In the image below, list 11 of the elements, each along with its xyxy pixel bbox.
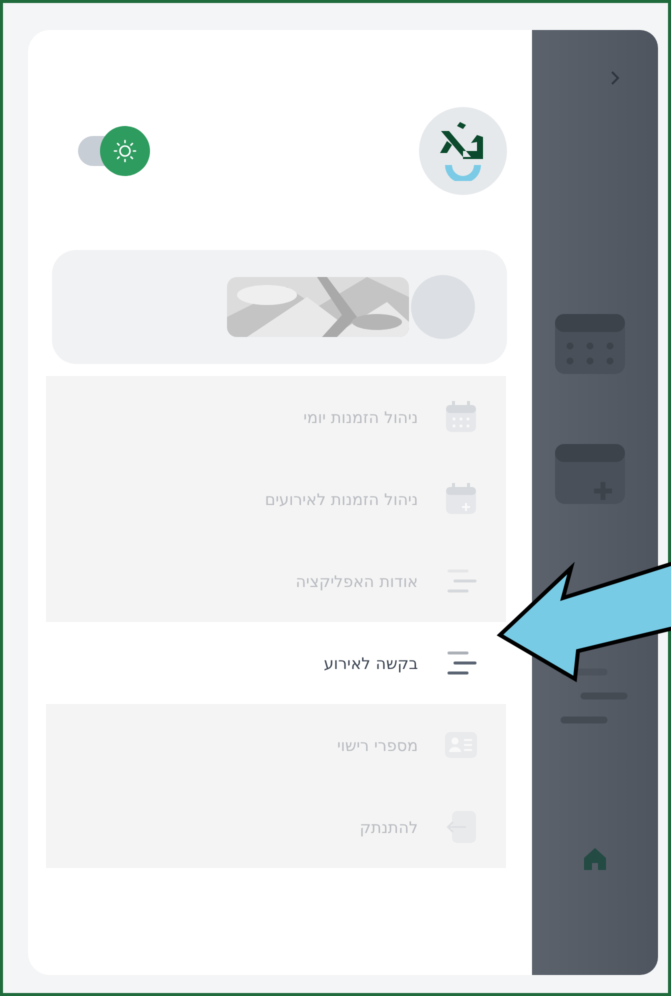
menu-item[interactable]: אודות האפליקציה (46, 540, 506, 622)
menu-item[interactable]: ניהול הזמנות לאירועים (46, 458, 506, 540)
theme-toggle[interactable] (78, 126, 150, 176)
menu-item[interactable]: להתנתק (46, 786, 506, 868)
lines-icon (560, 666, 630, 726)
menu-item[interactable]: מספרי רישוי (46, 704, 506, 786)
menu-item[interactable]: ניהול הזמנות יומי (46, 376, 506, 458)
calendar-plus-icon (444, 482, 478, 516)
home-icon[interactable] (582, 846, 608, 872)
calendar-icon (444, 400, 478, 434)
sun-icon (113, 139, 137, 163)
